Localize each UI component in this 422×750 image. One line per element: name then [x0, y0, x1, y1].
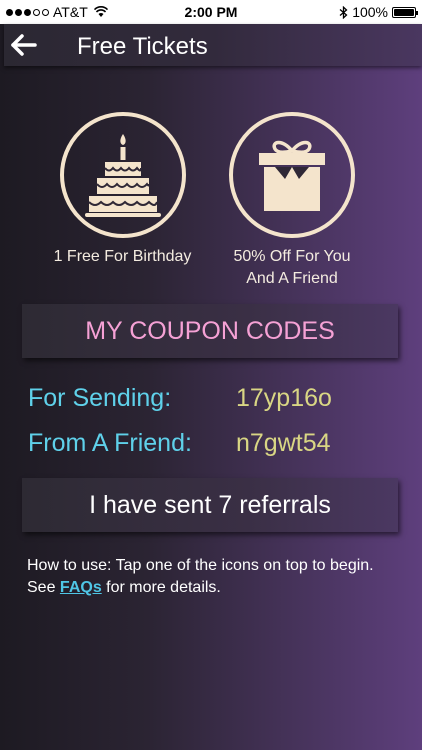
friend-offer-label-line1: 50% Off For You [233, 248, 351, 265]
birthday-offer-button[interactable] [59, 112, 186, 238]
sending-code-value[interactable]: 17yp16o [236, 384, 332, 413]
sending-code-label: For Sending: [28, 384, 172, 412]
battery-fill [394, 8, 414, 16]
friend-code-value[interactable]: n7gwt54 [236, 429, 331, 458]
coupon-codes-header: MY COUPON CODES [22, 304, 398, 358]
friend-offer: 50% Off For You And A Friend [212, 112, 372, 290]
battery-percent: 100% [352, 4, 388, 20]
birthday-offer: 1 Free For Birthday [40, 112, 205, 268]
friend-offer-button[interactable] [229, 112, 355, 238]
back-button[interactable] [10, 34, 38, 56]
nav-bar: Free Tickets [4, 24, 422, 66]
status-right: 100% [339, 4, 418, 20]
arrow-left-icon [11, 34, 37, 56]
birthday-cake-icon [84, 134, 161, 217]
friend-offer-label: 50% Off For You And A Friend [212, 246, 372, 290]
battery-icon [392, 6, 418, 18]
birthday-offer-label: 1 Free For Birthday [53, 248, 192, 265]
friend-code-label: From A Friend: [28, 429, 192, 457]
faqs-link[interactable]: FAQs [60, 579, 102, 596]
gift-box-icon [259, 140, 325, 211]
referral-count-button[interactable]: I have sent 7 referrals [22, 478, 398, 532]
coupon-codes-title: MY COUPON CODES [85, 317, 335, 345]
referral-count-text: I have sent 7 referrals [89, 491, 331, 519]
help-text: How to use: Tap one of the icons on top … [27, 555, 397, 599]
friend-offer-label-line2: And A Friend [246, 270, 338, 287]
help-text-suffix: for more details. [101, 579, 221, 596]
status-bar: AT&T 2:00 PM 100% [0, 0, 422, 24]
page-title: Free Tickets [77, 33, 208, 60]
bluetooth-icon [339, 5, 348, 19]
